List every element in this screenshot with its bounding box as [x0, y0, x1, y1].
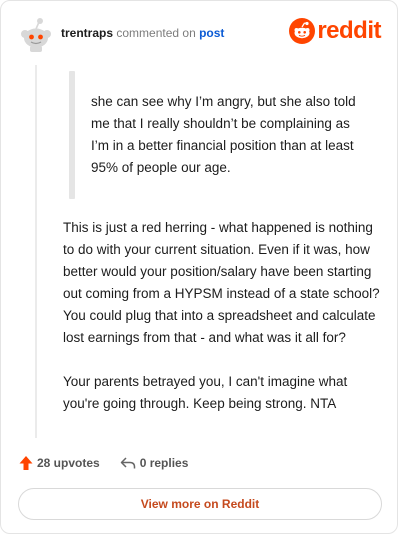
comment-actions: 28 upvotes 0 replies [19, 453, 188, 473]
comment-header: trentraps commented on post reddit [1, 1, 397, 65]
view-more-button[interactable]: View more on Reddit [18, 488, 382, 520]
snoo-logo-icon [289, 18, 316, 44]
comment-meta: trentraps commented on post [61, 26, 224, 40]
action-text: commented on [116, 26, 196, 40]
replies-button[interactable]: 0 replies [120, 456, 189, 470]
post-link[interactable]: post [199, 26, 224, 40]
reply-count: 0 replies [139, 456, 189, 470]
reddit-wordmark: reddit [317, 17, 381, 44]
comment-card: trentraps commented on post reddit she c… [0, 0, 398, 534]
reply-arrow-icon [120, 457, 135, 469]
upvote-arrow-icon [19, 456, 33, 470]
quoted-text: she can see why I’m angry, but she also … [91, 94, 356, 175]
thread-line [35, 65, 37, 438]
upvote-count: 28 upvotes [37, 456, 100, 470]
comment-paragraph: Your parents betrayed you, I can't imagi… [63, 374, 348, 411]
avatar-icon[interactable] [19, 15, 53, 53]
reddit-logo[interactable]: reddit [289, 18, 381, 44]
comment-paragraph: This is just a red herring - what happen… [63, 220, 380, 345]
quote-bar [69, 71, 75, 199]
username-link[interactable]: trentraps [61, 26, 113, 40]
upvote-button[interactable]: 28 upvotes [19, 455, 100, 471]
